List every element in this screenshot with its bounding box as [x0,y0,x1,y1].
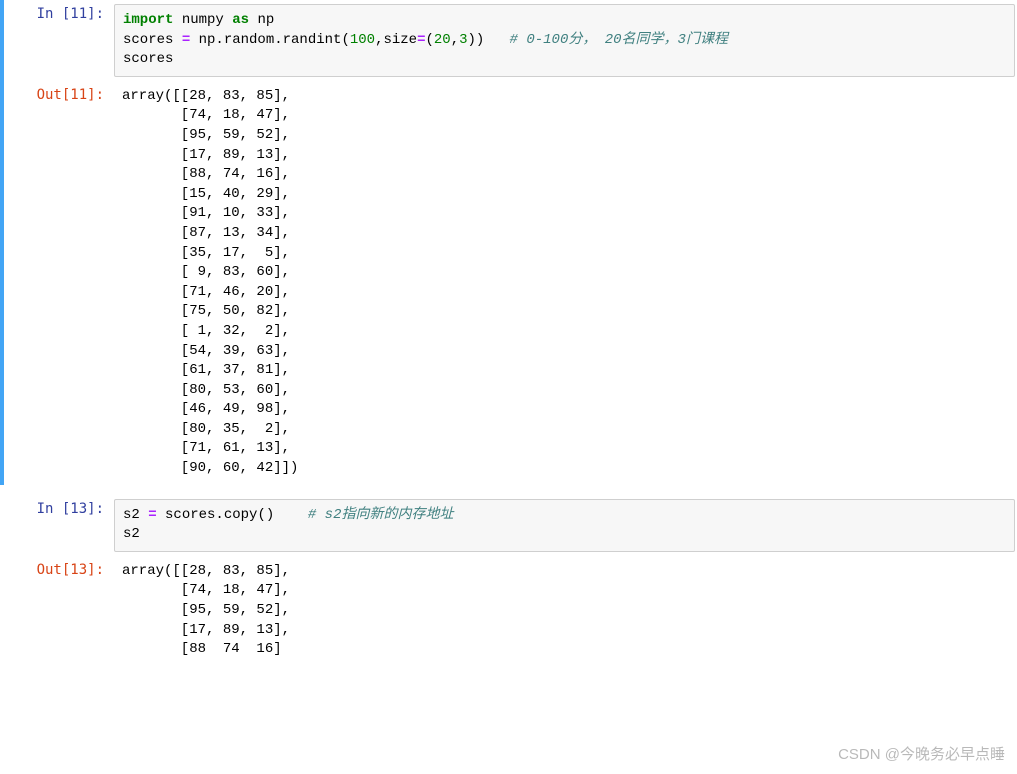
in-prompt-11: In [11]: [4,0,114,22]
kw-as: as [232,12,249,28]
comment-2: # s2指向新的内存地址 [308,507,454,523]
in-prompt-13: In [13]: [4,495,114,517]
output-cell-13: Out[13]: array([[28, 83, 85], [74, 18, 4… [0,556,1017,666]
code-input-11[interactable]: import numpy as np scores = np.random.ra… [114,4,1015,77]
txt-line3: scores [123,51,173,67]
txt-size: ,size [375,32,417,48]
kw-import: import [123,12,173,28]
comment-1: # 0-100分， 20名同学，3门课程 [510,32,728,48]
code-cell-11[interactable]: In [11]: import numpy as np scores = np.… [0,0,1017,81]
num-100: 100 [350,32,375,48]
txt-np: np [249,12,274,28]
code-input-13[interactable]: s2 = scores.copy() # s2指向新的内存地址 s2 [114,499,1015,552]
output-13: array([[28, 83, 85], [74, 18, 47], [95, … [114,556,1017,666]
op-eq: = [182,32,190,48]
watermark: CSDN @今晚务必早点睡 [838,743,1005,764]
out-prompt-11: Out[11]: [4,81,114,103]
txt-s2: s2 [123,507,148,523]
output-cell-11: Out[11]: array([[28, 83, 85], [74, 18, 4… [0,81,1017,485]
txt-paren: ( [426,32,434,48]
txt-copy: scores.copy() [157,507,308,523]
output-11: array([[28, 83, 85], [74, 18, 47], [95, … [114,81,1017,485]
txt-c2: , [451,32,459,48]
txt-close: )) [468,32,510,48]
txt-numpy: numpy [173,12,232,28]
txt-call: np.random.randint( [190,32,350,48]
txt-scores: scores [123,32,182,48]
op-eq3: = [148,507,156,523]
num-20: 20 [434,32,451,48]
out-prompt-13: Out[13]: [4,556,114,578]
txt-s2-2: s2 [123,526,140,542]
op-eq2: = [417,32,425,48]
num-3: 3 [459,32,467,48]
code-cell-13[interactable]: In [13]: s2 = scores.copy() # s2指向新的内存地址… [0,495,1017,556]
